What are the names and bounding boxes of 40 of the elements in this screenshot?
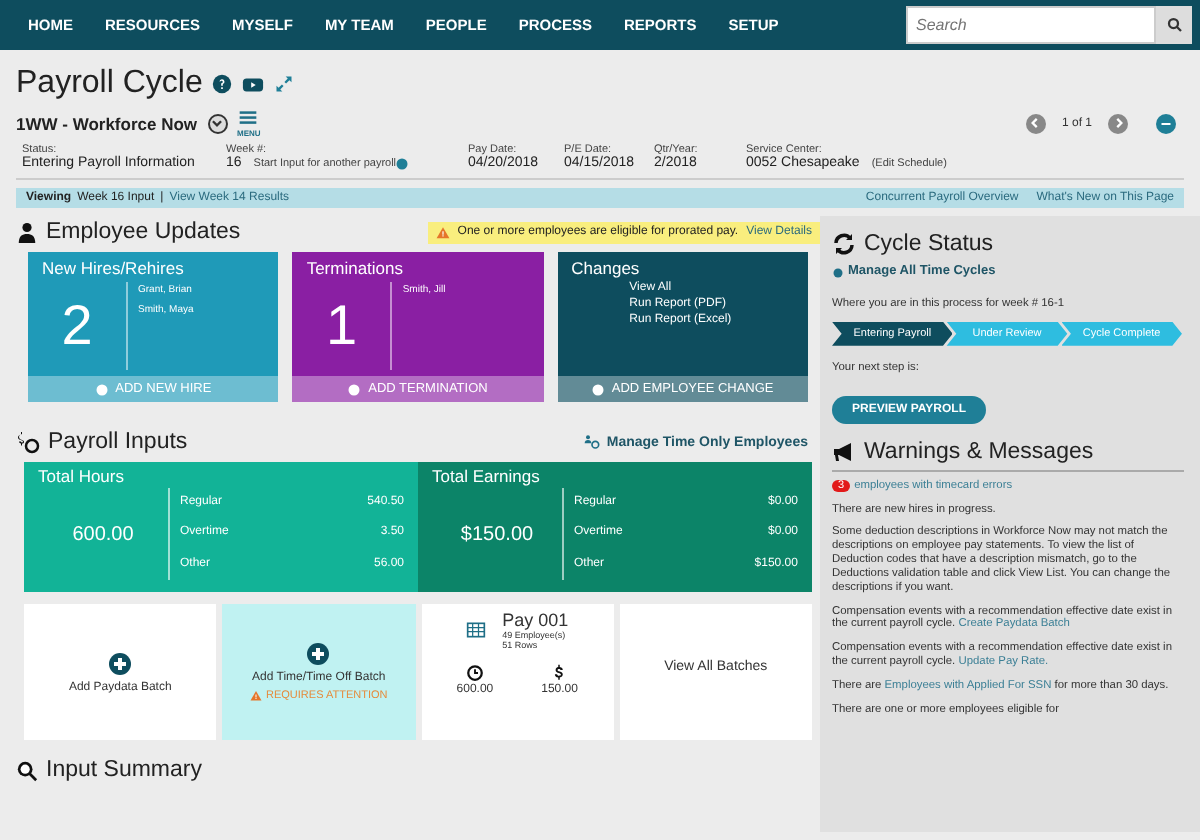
people-clock-icon	[584, 434, 601, 450]
chevron-down-icon	[210, 116, 225, 130]
section-title: Warnings & Messages	[864, 439, 1094, 464]
refresh-icon	[832, 232, 856, 256]
collapse-button[interactable]	[1156, 113, 1176, 133]
batch-name: Pay 001	[502, 610, 569, 630]
company-name: 1WW - Workforce Now	[16, 113, 198, 133]
dollar-icon	[550, 664, 569, 682]
chevron-right-icon	[1111, 116, 1125, 130]
section-title: Input Summary	[46, 758, 202, 782]
section-title: Cycle Status	[864, 232, 994, 256]
search-button[interactable]	[1156, 6, 1192, 44]
totals-amount: $150.00	[432, 488, 564, 580]
warning-icon	[250, 690, 263, 702]
person-icon	[16, 221, 38, 243]
menu-icon	[238, 108, 259, 128]
page-title: Payroll Cycle	[16, 66, 203, 102]
video-icon	[242, 73, 265, 95]
card-title: New Hires/Rehires	[40, 256, 186, 278]
clock-icon	[465, 664, 484, 682]
next-button[interactable]	[1108, 113, 1128, 133]
totals-title: Total Hours	[38, 466, 126, 486]
section-title: Payroll Inputs	[48, 430, 188, 454]
search-icon	[1165, 16, 1183, 34]
expand-icon	[274, 74, 295, 94]
card-count: 2	[28, 282, 128, 370]
section-title: Employee Updates	[46, 220, 241, 244]
megaphone-icon	[832, 439, 856, 464]
chevron-left-icon	[1028, 116, 1043, 130]
card-count: 1	[292, 282, 393, 370]
minus-icon	[1160, 117, 1172, 129]
warning-icon	[435, 225, 450, 239]
totals-title: Total Earnings	[432, 466, 542, 486]
search-field[interactable]: Search	[906, 6, 1156, 44]
totals-amount: 600.00	[38, 488, 170, 580]
card-title: Terminations	[304, 256, 406, 278]
card-title: Changes	[569, 256, 642, 278]
table-icon	[466, 620, 487, 640]
previous-button[interactable]	[1025, 113, 1046, 133]
dropdown-button[interactable]	[207, 113, 228, 133]
